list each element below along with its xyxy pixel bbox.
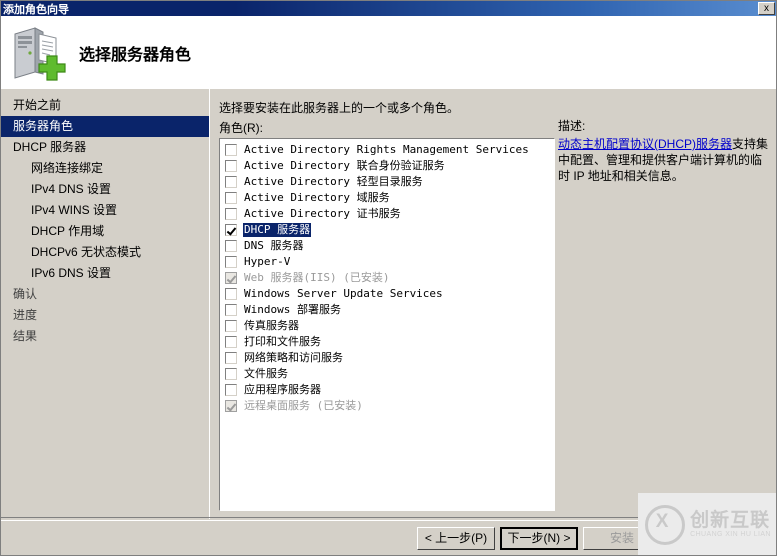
server-add-icon xyxy=(9,24,69,82)
role-label: 文件服务 xyxy=(244,367,288,380)
role-label: Active Directory 联合身份验证服务 xyxy=(244,159,445,172)
sidebar-item-ipv6-dns-settings[interactable]: IPv6 DNS 设置 xyxy=(1,263,209,284)
window-title: 添加角色向导 xyxy=(3,3,69,16)
role-checkbox[interactable] xyxy=(225,320,237,332)
sidebar-item-network-bindings[interactable]: 网络连接绑定 xyxy=(1,158,209,179)
sidebar-item-ipv4-dns-settings[interactable]: IPv4 DNS 设置 xyxy=(1,179,209,200)
role-label: DNS 服务器 xyxy=(244,239,304,252)
role-row-remote-desktop-services: 远程桌面服务 (已安装) xyxy=(220,398,554,414)
role-checkbox[interactable] xyxy=(225,192,237,204)
sidebar-item-progress[interactable]: 进度 xyxy=(1,305,209,326)
role-label: Windows Server Update Services xyxy=(244,287,443,300)
role-checkbox[interactable] xyxy=(225,144,237,156)
roles-listbox[interactable]: Active Directory Rights Management Servi… xyxy=(219,138,555,511)
role-label: Windows 部署服务 xyxy=(244,303,341,316)
role-row[interactable]: Windows 部署服务 xyxy=(220,302,554,318)
role-label: 远程桌面服务 (已安装) xyxy=(244,399,363,412)
close-icon[interactable]: x xyxy=(758,2,775,15)
role-checkbox[interactable] xyxy=(225,352,237,364)
role-checkbox[interactable] xyxy=(225,240,237,252)
description-body: 动态主机配置协议(DHCP)服务器支持集中配置、管理和提供客户端计算机的临时 I… xyxy=(558,136,772,184)
sidebar-item-server-roles[interactable]: 服务器角色 xyxy=(1,116,209,137)
role-row[interactable]: 文件服务 xyxy=(220,366,554,382)
description-panel: 描述: 动态主机配置协议(DHCP)服务器支持集中配置、管理和提供客户端计算机的… xyxy=(558,117,772,184)
role-checkbox[interactable] xyxy=(225,208,237,220)
role-checkbox[interactable] xyxy=(225,176,237,188)
description-link[interactable]: 动态主机配置协议(DHCP)服务器 xyxy=(558,137,732,151)
sidebar-item-dhcp-server[interactable]: DHCP 服务器 xyxy=(1,137,209,158)
role-checkbox[interactable] xyxy=(225,224,237,236)
role-row[interactable]: Active Directory 域服务 xyxy=(220,190,554,206)
sidebar-item-confirmation[interactable]: 确认 xyxy=(1,284,209,305)
role-row[interactable]: Active Directory 轻型目录服务 xyxy=(220,174,554,190)
wizard-header: 选择服务器角色 xyxy=(1,16,776,89)
role-label: 应用程序服务器 xyxy=(244,383,321,396)
role-row[interactable]: Windows Server Update Services xyxy=(220,286,554,302)
role-checkbox[interactable] xyxy=(225,384,237,396)
footer-divider xyxy=(1,517,776,518)
main-content: 选择要安装在此服务器上的一个或多个角色。 角色(R): Active Direc… xyxy=(211,89,776,536)
role-checkbox[interactable] xyxy=(225,304,237,316)
role-label: 传真服务器 xyxy=(244,319,299,332)
sidebar-item-results[interactable]: 结果 xyxy=(1,326,209,347)
role-row[interactable]: Active Directory 联合身份验证服务 xyxy=(220,158,554,174)
role-row[interactable]: Hyper-V xyxy=(220,254,554,270)
add-roles-wizard-window: 添加角色向导 x 选择服务器角色 开始之前 服务器角色 DHCP 服务器 网络连… xyxy=(0,0,777,556)
role-label: 打印和文件服务 xyxy=(244,335,321,348)
wizard-footer: < 上一步(P) 下一步(N) > 安装 xyxy=(1,520,776,555)
previous-button[interactable]: < 上一步(P) xyxy=(417,527,495,550)
role-label: 网络策略和访问服务 xyxy=(244,351,343,364)
role-row-web-server-iis: Web 服务器(IIS) (已安装) xyxy=(220,270,554,286)
role-row[interactable]: 应用程序服务器 xyxy=(220,382,554,398)
sidebar-item-dhcp-scopes[interactable]: DHCP 作用域 xyxy=(1,221,209,242)
role-label: Active Directory Rights Management Servi… xyxy=(244,143,529,156)
role-label: Hyper-V xyxy=(244,255,291,268)
role-row[interactable]: Active Directory Rights Management Servi… xyxy=(220,142,554,158)
role-label: DHCP 服务器 xyxy=(243,223,312,237)
instruction-text: 选择要安装在此服务器上的一个或多个角色。 xyxy=(219,101,460,115)
sidebar-item-ipv4-wins-settings[interactable]: IPv4 WINS 设置 xyxy=(1,200,209,221)
role-row-dhcp-server[interactable]: DHCP 服务器 xyxy=(220,222,554,238)
role-row[interactable]: 打印和文件服务 xyxy=(220,334,554,350)
role-checkbox[interactable] xyxy=(225,256,237,268)
role-label: Active Directory 轻型目录服务 xyxy=(244,175,423,188)
role-checkbox xyxy=(225,272,237,284)
roles-list-label: 角色(R): xyxy=(219,121,263,135)
role-checkbox[interactable] xyxy=(225,368,237,380)
role-row[interactable]: 传真服务器 xyxy=(220,318,554,334)
title-bar[interactable]: 添加角色向导 x xyxy=(1,1,776,16)
role-row[interactable]: 网络策略和访问服务 xyxy=(220,350,554,366)
wizard-body: 开始之前 服务器角色 DHCP 服务器 网络连接绑定 IPv4 DNS 设置 I… xyxy=(1,89,776,536)
role-label: Active Directory 域服务 xyxy=(244,191,390,204)
role-label: Web 服务器(IIS) (已安装) xyxy=(244,271,390,284)
next-button[interactable]: 下一步(N) > xyxy=(500,527,578,550)
install-button: 安装 xyxy=(583,527,661,550)
sidebar-item-before-you-begin[interactable]: 开始之前 xyxy=(1,95,209,116)
role-checkbox[interactable] xyxy=(225,160,237,172)
role-checkbox xyxy=(225,400,237,412)
role-row[interactable]: DNS 服务器 xyxy=(220,238,554,254)
page-title: 选择服务器角色 xyxy=(79,46,192,64)
sidebar-item-dhcpv6-stateless-mode[interactable]: DHCPv6 无状态模式 xyxy=(1,242,209,263)
role-label: Active Directory 证书服务 xyxy=(244,207,401,220)
role-checkbox[interactable] xyxy=(225,288,237,300)
description-title: 描述: xyxy=(558,119,586,133)
role-checkbox[interactable] xyxy=(225,336,237,348)
role-row[interactable]: Active Directory 证书服务 xyxy=(220,206,554,222)
wizard-step-sidebar: 开始之前 服务器角色 DHCP 服务器 网络连接绑定 IPv4 DNS 设置 I… xyxy=(1,89,210,519)
